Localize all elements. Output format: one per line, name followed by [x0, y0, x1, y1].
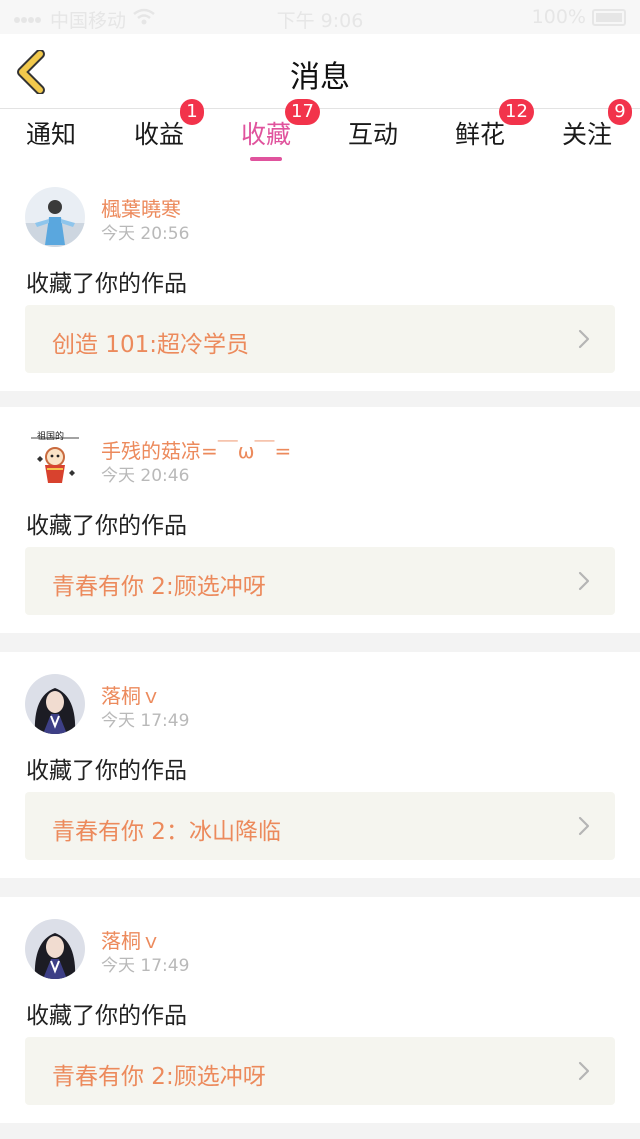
unread-badge: 17: [285, 99, 320, 125]
tab-notifications[interactable]: 通知: [26, 115, 76, 165]
notification-card: 楓葉曉寒 今天 20:56 收藏了你的作品 创造 101:超冷学员: [0, 165, 640, 391]
notification-message: 收藏了你的作品: [26, 513, 187, 539]
user-avatar-icon[interactable]: [25, 187, 85, 247]
active-tab-indicator: [250, 157, 283, 161]
battery-label: 100%: [531, 6, 586, 28]
tab-follows[interactable]: 关注 9: [562, 99, 632, 165]
tab-favorites[interactable]: 收藏 17: [241, 99, 320, 165]
tab-label: 互动: [348, 120, 399, 149]
work-title: 青春有你 2:顾选冲呀: [52, 574, 266, 600]
page-title: 消息: [290, 60, 350, 95]
tab-flowers[interactable]: 鲜花 12: [455, 99, 534, 165]
tab-label: 收藏: [241, 120, 292, 149]
tab-label: 关注: [562, 120, 613, 149]
navigation-bar: 消息: [0, 34, 640, 109]
notification-card: 落桐ｖ 今天 17:49 收藏了你的作品 青春有你 2：冰山降临: [0, 652, 640, 878]
notification-message: 收藏了你的作品: [26, 1003, 187, 1029]
notification-card: 落桐ｖ 今天 17:49 收藏了你的作品 青春有你 2:顾选冲呀: [0, 897, 640, 1123]
timestamp: 今天 17:49: [101, 711, 190, 731]
notification-card: 祖国的 手残的菇凉=￣ω￣= 今天 20:46 收藏了你的作品 青春有你 2:顾…: [0, 407, 640, 633]
work-link[interactable]: 青春有你 2：冰山降临: [25, 792, 615, 860]
work-title: 青春有你 2：冰山降临: [52, 819, 281, 845]
timestamp: 今天 20:56: [101, 224, 190, 244]
unread-badge: 12: [499, 99, 534, 125]
status-bar: 中国移动 下午 9:06 100%: [0, 0, 640, 34]
unread-badge: 1: [180, 99, 204, 125]
work-link[interactable]: 青春有你 2:顾选冲呀: [25, 547, 615, 615]
chevron-right-icon: [578, 1061, 590, 1081]
unread-badge: 9: [608, 99, 632, 125]
chevron-right-icon: [578, 329, 590, 349]
tab-label: 鲜花: [455, 120, 506, 149]
timestamp: 今天 17:49: [101, 956, 190, 976]
avatar-caption: 祖国的: [37, 432, 65, 442]
work-link[interactable]: 创造 101:超冷学员: [25, 305, 615, 373]
battery-info: 100%: [532, 6, 626, 28]
username-link[interactable]: 落桐ｖ: [101, 680, 161, 709]
username-link[interactable]: 手残的菇凉=￣ω￣=: [101, 435, 291, 464]
work-link[interactable]: 青春有你 2:顾选冲呀: [25, 1037, 615, 1105]
chevron-right-icon: [578, 571, 590, 591]
category-tabs: 通知 收益 1 收藏 17 互动 鲜花 12 关注 9: [0, 99, 640, 165]
user-avatar-icon[interactable]: [25, 674, 85, 734]
chevron-right-icon: [578, 816, 590, 836]
work-title: 青春有你 2:顾选冲呀: [52, 1064, 266, 1090]
timestamp: 今天 20:46: [101, 466, 190, 486]
username-link[interactable]: 落桐ｖ: [101, 925, 161, 954]
tab-label: 收益: [134, 120, 185, 149]
username-link[interactable]: 楓葉曉寒: [101, 193, 181, 222]
battery-icon: [592, 8, 626, 26]
user-avatar-icon[interactable]: 祖国的: [25, 429, 85, 489]
tab-interactions[interactable]: 互动: [348, 115, 398, 165]
work-title: 创造 101:超冷学员: [52, 332, 249, 358]
notification-message: 收藏了你的作品: [26, 758, 187, 784]
user-avatar-icon[interactable]: [25, 919, 85, 979]
tab-label: 通知: [26, 120, 77, 149]
tab-earnings[interactable]: 收益 1: [134, 99, 204, 165]
notification-message: 收藏了你的作品: [26, 271, 187, 297]
